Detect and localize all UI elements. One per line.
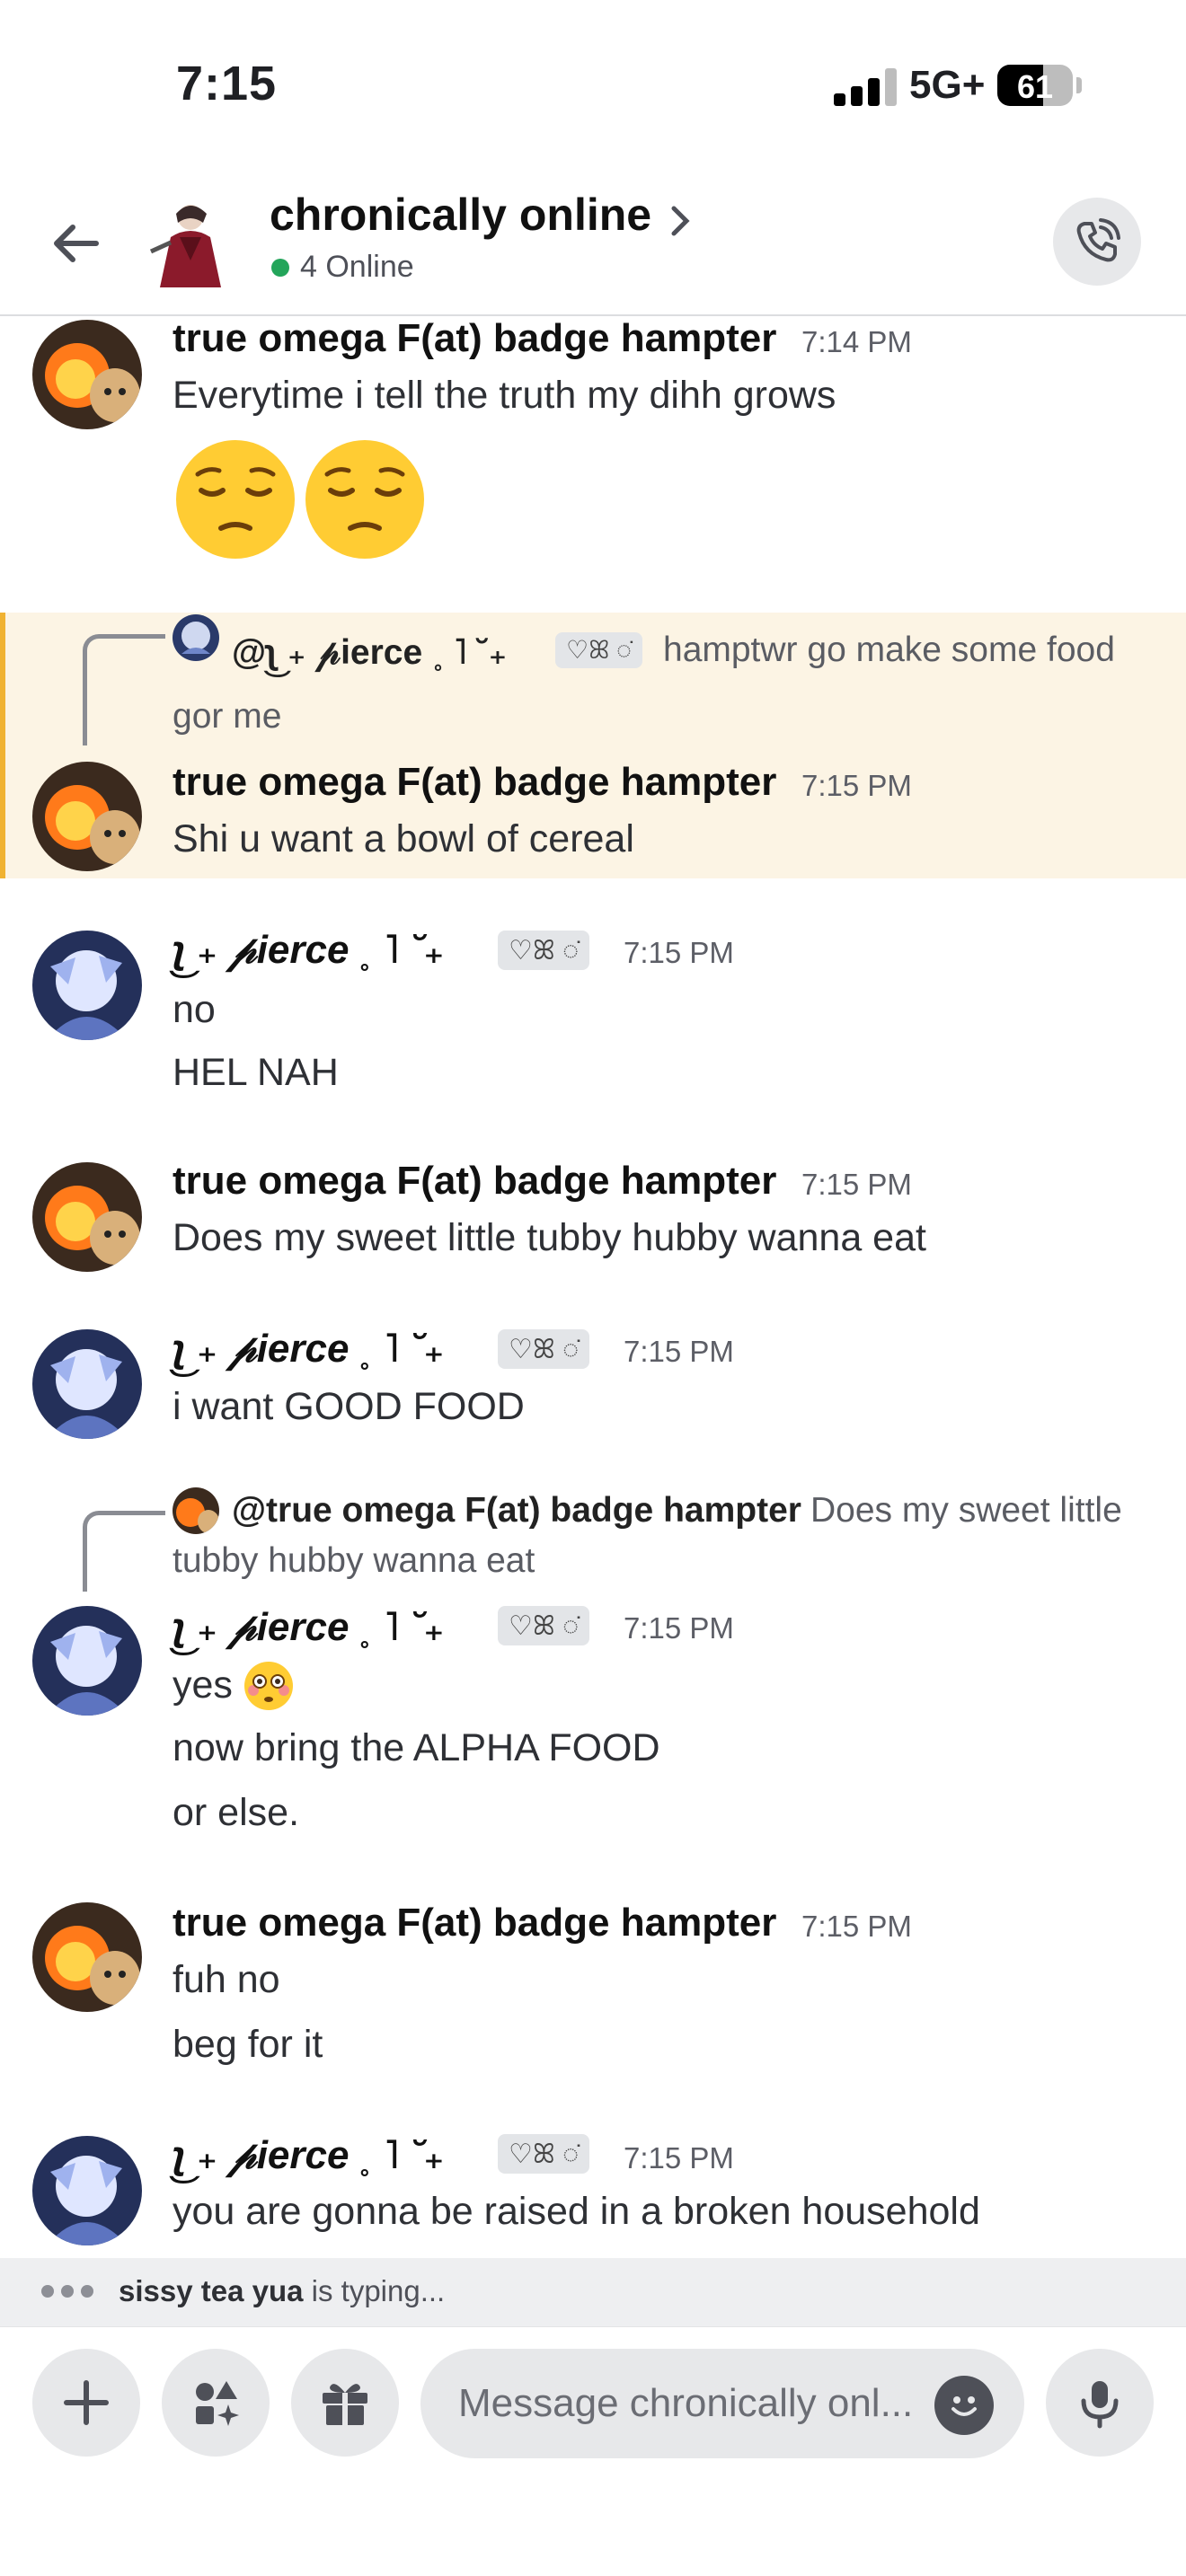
attach-button[interactable] (32, 2349, 140, 2457)
message-timestamp: 7:15 PM (801, 1168, 912, 1201)
message-author[interactable]: true omega F(at) badge hampter (173, 316, 776, 361)
typing-user: sissy tea yua (119, 2274, 304, 2307)
user-tag-badge: ♡ꕤ ◌̇ (498, 2134, 590, 2174)
message-text: Does my sweet little tubby hubby wanna e… (173, 1216, 926, 1259)
avatar[interactable] (32, 931, 142, 1040)
online-indicator (271, 259, 289, 277)
message-timestamp: 7:15 PM (624, 936, 734, 969)
typing-dots-icon (41, 2285, 101, 2302)
reply-author[interactable]: @true omega F(at) badge hampter (232, 1491, 801, 1531)
back-arrow-icon (54, 225, 99, 262)
flushed-face-emoji-icon (244, 1662, 293, 1710)
reply-author[interactable]: @ʅ͜ ₊ 𝓅ierce ˳ ˥ ˘₊ (232, 632, 507, 673)
message-text: now bring the ALPHA FOOD (173, 1726, 660, 1769)
message-timestamp: 7:15 PM (624, 1611, 734, 1645)
avatar[interactable] (32, 1162, 142, 1272)
apps-icon (196, 2381, 239, 2426)
message-text: HEL NAH (173, 1051, 339, 1094)
avatar[interactable] (32, 1606, 142, 1716)
phone-call-icon (1076, 218, 1120, 262)
message-author[interactable]: ʅ͜ ₊ 𝓅ierce ˳ ˥ ˘₊ (173, 927, 445, 973)
message-author[interactable]: ʅ͜ ₊ 𝓅ierce ˳ ˥ ˘₊ (173, 1604, 445, 1650)
cellular-signal-icon (834, 66, 897, 106)
reply-avatar (173, 614, 219, 661)
message-timestamp: 7:14 PM (801, 325, 912, 358)
emoji-button[interactable] (934, 2376, 994, 2435)
message-timestamp: 7:15 PM (624, 2141, 734, 2175)
pensive-face-emoji-icon (176, 440, 295, 559)
status-bar: 7:15 5G+ 61 (0, 0, 1186, 171)
message-text: you are gonna be raised in a broken hous… (173, 2190, 980, 2233)
channel-title[interactable]: chronically online (270, 189, 651, 241)
user-tag-badge: ♡ꕤ ◌̇ (555, 632, 642, 668)
message-author[interactable]: ʅ͜ ₊ 𝓅ierce ˳ ˥ ˘₊ (173, 2132, 445, 2178)
reply-text-continued: tubby hubby wanna eat (173, 1541, 535, 1580)
gift-icon (323, 2384, 367, 2425)
battery-cap (1076, 77, 1082, 93)
network-type: 5G+ (909, 63, 986, 107)
message-text: Shi u want a bowl of cereal (173, 817, 634, 860)
user-tag-badge: ♡ꕤ ◌̇ (498, 1606, 590, 1645)
plus-icon (64, 2380, 109, 2425)
avatar[interactable] (32, 1902, 142, 2012)
message-timestamp: 7:15 PM (801, 1910, 912, 1943)
user-tag-badge: ♡ꕤ ◌̇ (498, 931, 590, 970)
battery-icon: 61 (997, 65, 1073, 106)
typing-text: sissy tea yua is typing... (119, 2274, 445, 2308)
avatar[interactable] (32, 2136, 142, 2245)
avatar[interactable] (32, 1329, 142, 1439)
apps-button[interactable] (162, 2349, 270, 2457)
message-text: no (173, 988, 216, 1031)
reply-text: hamptwr go make some food (663, 631, 1115, 669)
message-text: yes (173, 1663, 233, 1707)
chat-header: chronically online 4 Online (0, 171, 1186, 316)
message-text: Everytime i tell the truth my dihh grows (173, 374, 836, 417)
avatar[interactable] (32, 762, 142, 871)
group-avatar[interactable] (144, 198, 230, 291)
user-tag-badge: ♡ꕤ ◌̇ (498, 1329, 590, 1369)
voice-message-button[interactable] (1046, 2349, 1154, 2457)
battery-level: 61 (1016, 68, 1054, 105)
pensive-face-emoji-icon (305, 440, 424, 559)
message-author[interactable]: ʅ͜ ₊ 𝓅ierce ˳ ˥ ˘₊ (173, 1326, 445, 1372)
reply-text-continued: gor me (173, 697, 282, 736)
voice-call-button[interactable] (1053, 198, 1141, 286)
online-count: 4 Online (300, 250, 414, 284)
message-text: i want GOOD FOOD (173, 1385, 525, 1428)
chevron-right-icon[interactable] (667, 203, 694, 239)
message-timestamp: 7:15 PM (801, 769, 912, 802)
message-text: fuh no (173, 1958, 280, 2001)
typing-suffix: is typing... (303, 2274, 446, 2307)
message-author[interactable]: true omega F(at) badge hampter (173, 760, 776, 805)
reply-avatar (173, 1487, 219, 1534)
message-text: beg for it (173, 2023, 323, 2066)
typing-indicator: sissy tea yua is typing... (0, 2258, 1186, 2326)
message-author[interactable]: true omega F(at) badge hampter (173, 1159, 776, 1204)
microphone-icon (1081, 2381, 1119, 2429)
avatar[interactable] (32, 320, 142, 429)
message-author[interactable]: true omega F(at) badge hampter (173, 1901, 776, 1945)
status-time: 7:15 (176, 57, 278, 110)
emoji-icon (951, 2396, 977, 2416)
reply-connector (83, 1511, 165, 1592)
message-text: or else. (173, 1791, 300, 1834)
gift-button[interactable] (291, 2349, 399, 2457)
message-timestamp: 7:15 PM (624, 1335, 734, 1368)
reply-connector (83, 634, 165, 745)
chat-screen: 7:15 5G+ 61 chronically online 4 Online … (0, 0, 1186, 2576)
reply-text: Does my sweet little (810, 1491, 1122, 1530)
message-composer (0, 2326, 1186, 2576)
back-button[interactable] (41, 208, 111, 278)
